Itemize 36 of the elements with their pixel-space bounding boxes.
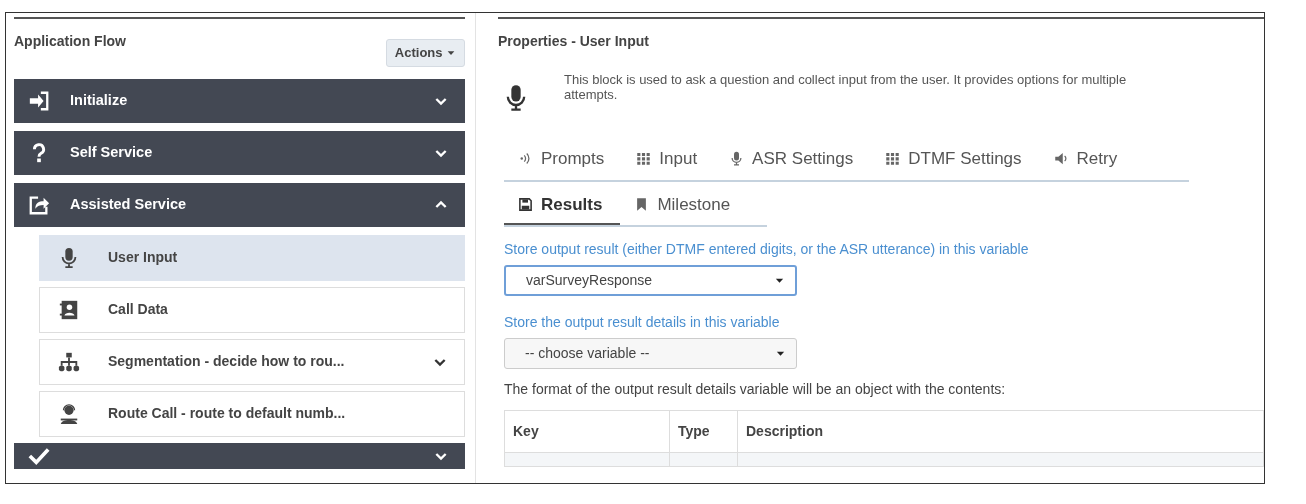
- tab[interactable]: Milestone: [620, 187, 749, 225]
- tab[interactable]: Results: [504, 187, 621, 225]
- speaker-icon: [1053, 151, 1069, 167]
- section-header[interactable]: [14, 442, 465, 469]
- flow-block-item[interactable]: Call Data: [39, 286, 465, 333]
- grid-icon: [636, 151, 652, 167]
- section-header[interactable]: Initialize: [14, 78, 465, 123]
- sign-in-icon: [28, 89, 50, 112]
- contact-card-icon: [58, 298, 80, 321]
- grid-icon: [885, 151, 901, 167]
- column-header: Description: [737, 410, 1264, 453]
- dropdown-field[interactable]: -- choose variable --: [504, 338, 797, 369]
- field-label: Store the output result details in this variable: [504, 313, 781, 332]
- tab[interactable]: ASR Settings: [715, 142, 872, 180]
- panel-title: Properties - User Input: [498, 32, 650, 51]
- flow-block-item[interactable]: Segmentation - decide how to rou...: [39, 338, 465, 385]
- column-header: Type: [669, 410, 738, 453]
- column-header: Key: [504, 410, 670, 453]
- flow-block-item[interactable]: User Input: [39, 234, 465, 281]
- field-label: Store output result (either DTMF entered digits, or the ASR utterance) in this variable: [504, 240, 1030, 259]
- description-text: This block is used to ask a question and collect input from the user. It provides options for multiple attempts.: [564, 72, 1128, 102]
- tab[interactable]: Input: [622, 142, 716, 180]
- dropdown-field[interactable]: varSurveyResponse: [504, 265, 797, 296]
- tab[interactable]: Retry: [1039, 142, 1136, 180]
- tab[interactable]: DTMF Settings: [871, 142, 1040, 180]
- section-header[interactable]: Self Service: [14, 130, 465, 175]
- section-header[interactable]: Assisted Service: [14, 182, 465, 227]
- sitemap-icon: [58, 350, 80, 373]
- tab[interactable]: Prompts: [504, 142, 623, 180]
- note-text: The format of the output result details variable will be an object with the contents:: [504, 380, 1007, 399]
- flow-block-item[interactable]: Route Call - route to default numb...: [39, 390, 465, 437]
- save-icon: [518, 196, 533, 212]
- headset-person-icon: [58, 402, 80, 425]
- actions-button[interactable]: Actions: [385, 39, 465, 67]
- sound-waves-icon: [518, 151, 533, 167]
- panel-title: Application Flow: [14, 32, 126, 51]
